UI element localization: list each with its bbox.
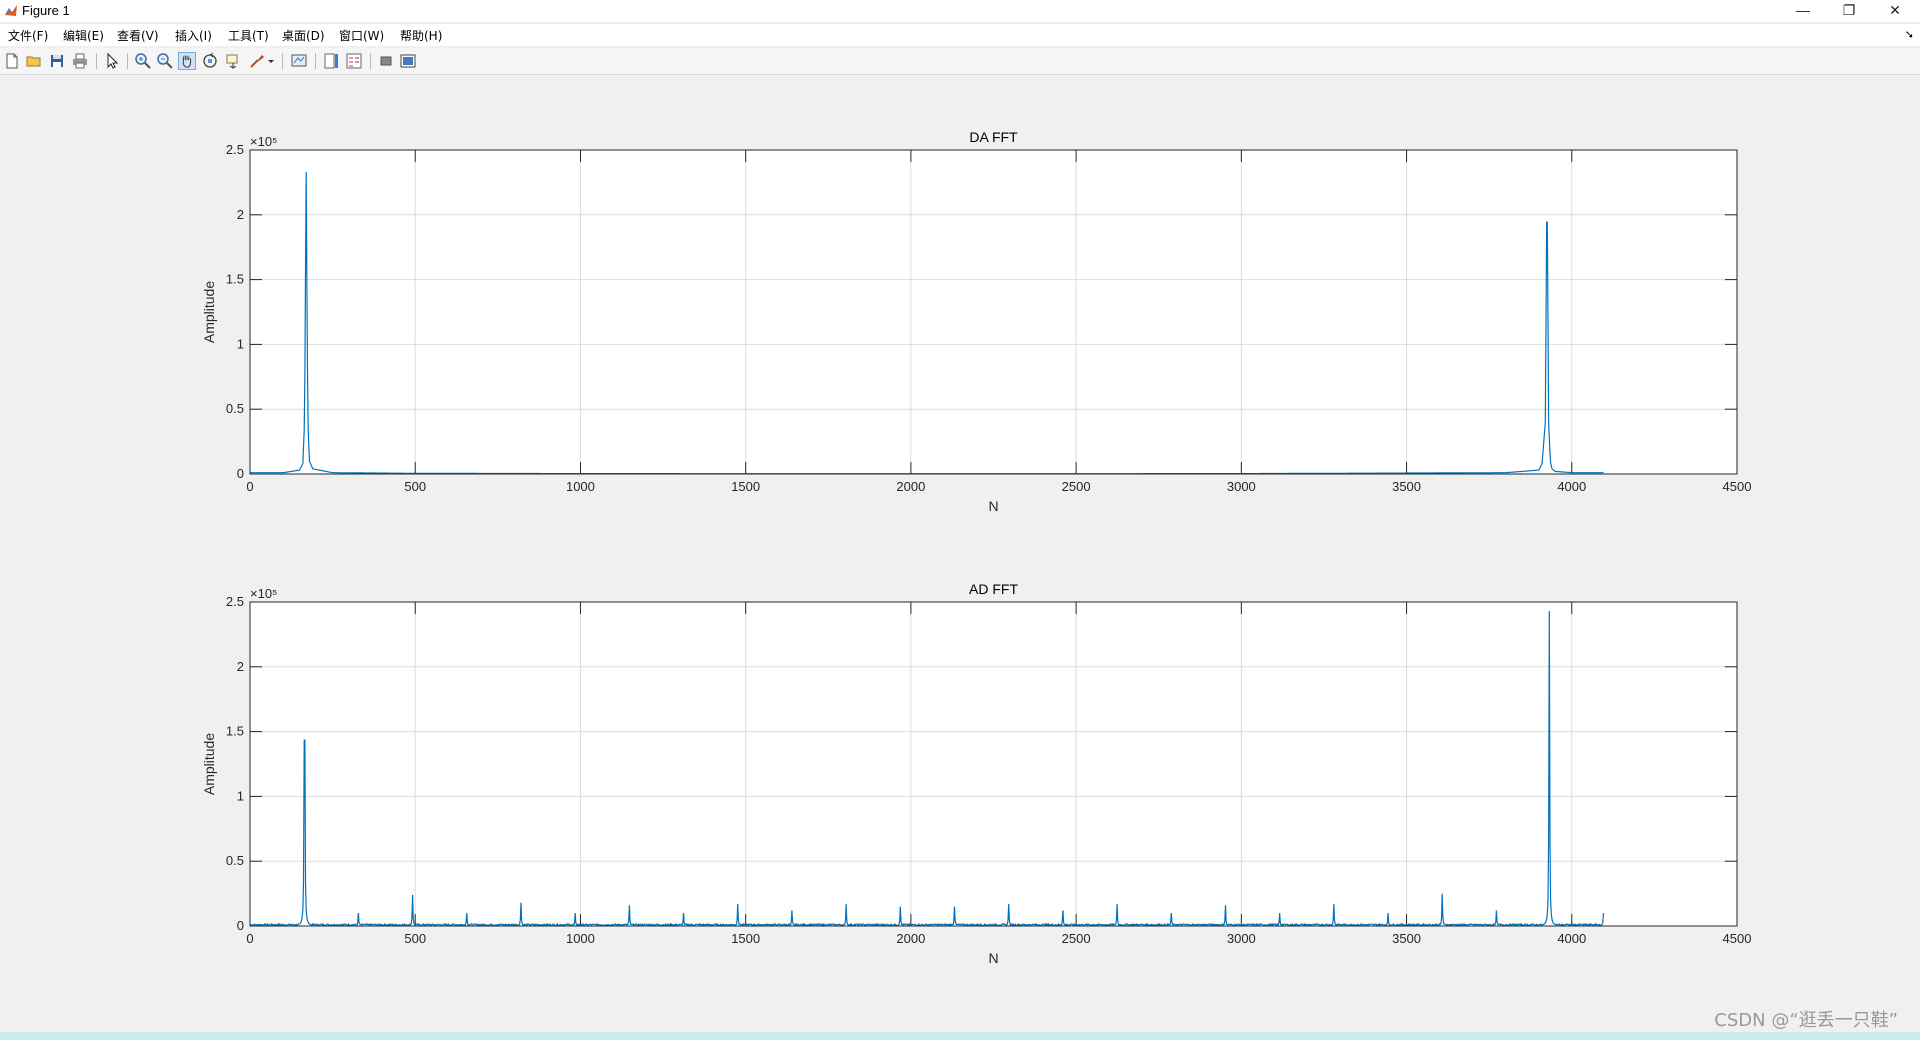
open-file-icon[interactable] bbox=[25, 52, 43, 70]
menu-desktop[interactable]: 桌面(D) bbox=[282, 27, 325, 44]
toolbar-separator bbox=[315, 53, 316, 69]
x-tick-label: 1000 bbox=[566, 931, 595, 946]
plot-title: DA FFT bbox=[969, 129, 1018, 145]
save-icon[interactable] bbox=[48, 52, 66, 70]
figure-toolbar bbox=[0, 48, 1920, 75]
y-axis-label: Amplitude bbox=[201, 281, 217, 343]
x-tick-label: 500 bbox=[404, 931, 426, 946]
y-tick-label: 0 bbox=[237, 918, 244, 933]
pan-hand-icon[interactable] bbox=[178, 52, 196, 70]
x-tick-label: 3000 bbox=[1227, 479, 1256, 494]
toolbar-separator bbox=[370, 53, 371, 69]
x-tick-labels: 0 500 1000 1500 2000 2500 3000 3500 4000 4500 bbox=[246, 479, 1751, 494]
menu-insert[interactable]: 插入(I) bbox=[175, 27, 212, 44]
show-plot-tools-icon[interactable] bbox=[399, 52, 417, 70]
y-tick-label: 2 bbox=[237, 659, 244, 674]
axes-ad-fft[interactable]: 0 500 1000 1500 2000 2500 3000 3500 4000 4500 0 0.… bbox=[201, 581, 1751, 966]
x-axis-label: N bbox=[988, 950, 998, 966]
y-tick-label: 1.5 bbox=[226, 272, 244, 287]
y-tick-label: 2.5 bbox=[226, 594, 244, 609]
minimize-button[interactable]: — bbox=[1780, 0, 1826, 22]
y-tick-label: 0 bbox=[237, 466, 244, 481]
window-titlebar: Figure 1 — ❐ ✕ bbox=[0, 0, 1920, 22]
new-figure-icon[interactable] bbox=[3, 52, 21, 70]
x-tick-label: 4000 bbox=[1557, 479, 1586, 494]
brush-dropdown-icon[interactable] bbox=[266, 52, 276, 70]
rotate-3d-icon[interactable] bbox=[201, 52, 219, 70]
figure-plot-svg: 0 500 1000 1500 2000 2500 3000 3500 4000 4500 00.… bbox=[201, 129, 1751, 966]
y-tick-labels: 0 0.5 1 1.5 2 2.5 bbox=[226, 594, 244, 933]
y-tick-label: 0.5 bbox=[226, 401, 244, 416]
y-exponent-label: ×10⁵ bbox=[250, 586, 277, 601]
menu-window[interactable]: 窗口(W) bbox=[339, 27, 384, 44]
restore-button[interactable]: ❐ bbox=[1826, 0, 1872, 22]
link-plot-icon[interactable] bbox=[290, 52, 308, 70]
y-tick-label: 1.5 bbox=[226, 724, 244, 739]
legend-icon[interactable] bbox=[345, 52, 363, 70]
x-tick-label: 500 bbox=[404, 479, 426, 494]
watermark-text: CSDN @“逛丢一只鞋” bbox=[1714, 1010, 1898, 1031]
x-tick-labels: 0 500 1000 1500 2000 2500 3000 3500 4000 4500 bbox=[246, 931, 1751, 946]
toolbar-separator bbox=[96, 53, 97, 69]
axes-da-fft[interactable]: 0 500 1000 1500 2000 2500 3000 3500 4000 4500 0 0.… bbox=[201, 129, 1751, 514]
y-tick-label: 1 bbox=[237, 336, 244, 351]
zoom-out-icon[interactable] bbox=[156, 52, 174, 70]
y-tick-label: 2 bbox=[237, 207, 244, 222]
select-arrow-icon[interactable] bbox=[103, 52, 121, 70]
x-tick-label: 4500 bbox=[1723, 931, 1752, 946]
x-tick-label: 4000 bbox=[1557, 931, 1586, 946]
x-tick-label: 1000 bbox=[566, 479, 595, 494]
figure-canvas: 0 500 1000 1500 2000 2500 3000 3500 4000 4500 0 0.… bbox=[0, 75, 1920, 1030]
y-tick-label: 2.5 bbox=[226, 142, 244, 157]
y-tick-label: 0.5 bbox=[226, 853, 244, 868]
x-tick-label: 4500 bbox=[1723, 479, 1752, 494]
x-tick-label: 0 bbox=[246, 479, 253, 494]
menu-help[interactable]: 帮助(H) bbox=[400, 27, 442, 44]
x-tick-label: 3500 bbox=[1392, 479, 1421, 494]
menu-edit[interactable]: 编辑(E) bbox=[63, 27, 104, 44]
colorbar-icon[interactable] bbox=[322, 52, 340, 70]
y-exponent-label: ×10⁵ bbox=[250, 134, 277, 149]
matlab-app-icon bbox=[4, 4, 18, 18]
y-axis-label: Amplitude bbox=[201, 733, 217, 795]
x-tick-label: 0 bbox=[246, 931, 253, 946]
x-tick-label: 1500 bbox=[731, 931, 760, 946]
plot-title: AD FFT bbox=[969, 581, 1018, 597]
toolbar-separator bbox=[127, 53, 128, 69]
toolbar-separator bbox=[282, 53, 283, 69]
menu-bar: 文件(F) 编辑(E) 查看(V) 插入(I) 工具(T) 桌面(D) 窗口(W… bbox=[0, 24, 1920, 46]
y-tick-labels: 0 0.5 1 1.5 2 2.5 bbox=[226, 142, 244, 481]
x-tick-label: 2500 bbox=[1062, 931, 1091, 946]
x-tick-label: 2000 bbox=[896, 479, 925, 494]
x-tick-label: 3000 bbox=[1227, 931, 1256, 946]
close-button[interactable]: ✕ bbox=[1872, 0, 1918, 22]
x-tick-label: 2000 bbox=[896, 931, 925, 946]
data-cursor-icon[interactable] bbox=[224, 52, 242, 70]
x-tick-label: 2500 bbox=[1062, 479, 1091, 494]
menu-file[interactable]: 文件(F) bbox=[8, 27, 48, 44]
hide-plot-tools-icon[interactable] bbox=[377, 52, 395, 70]
axes-background bbox=[250, 150, 1737, 474]
y-tick-label: 1 bbox=[237, 788, 244, 803]
x-tick-label: 1500 bbox=[731, 479, 760, 494]
brush-icon[interactable] bbox=[248, 52, 266, 70]
taskbar-strip bbox=[0, 1032, 1920, 1040]
dock-figure-icon[interactable]: ➘ bbox=[1905, 28, 1914, 41]
x-tick-label: 3500 bbox=[1392, 931, 1421, 946]
axes-background bbox=[250, 602, 1737, 926]
menu-tools[interactable]: 工具(T) bbox=[228, 27, 269, 44]
window-title: Figure 1 bbox=[22, 3, 70, 18]
zoom-in-icon[interactable] bbox=[134, 52, 152, 70]
print-icon[interactable] bbox=[71, 52, 89, 70]
menu-view[interactable]: 查看(V) bbox=[117, 27, 159, 44]
x-axis-label: N bbox=[988, 498, 998, 514]
